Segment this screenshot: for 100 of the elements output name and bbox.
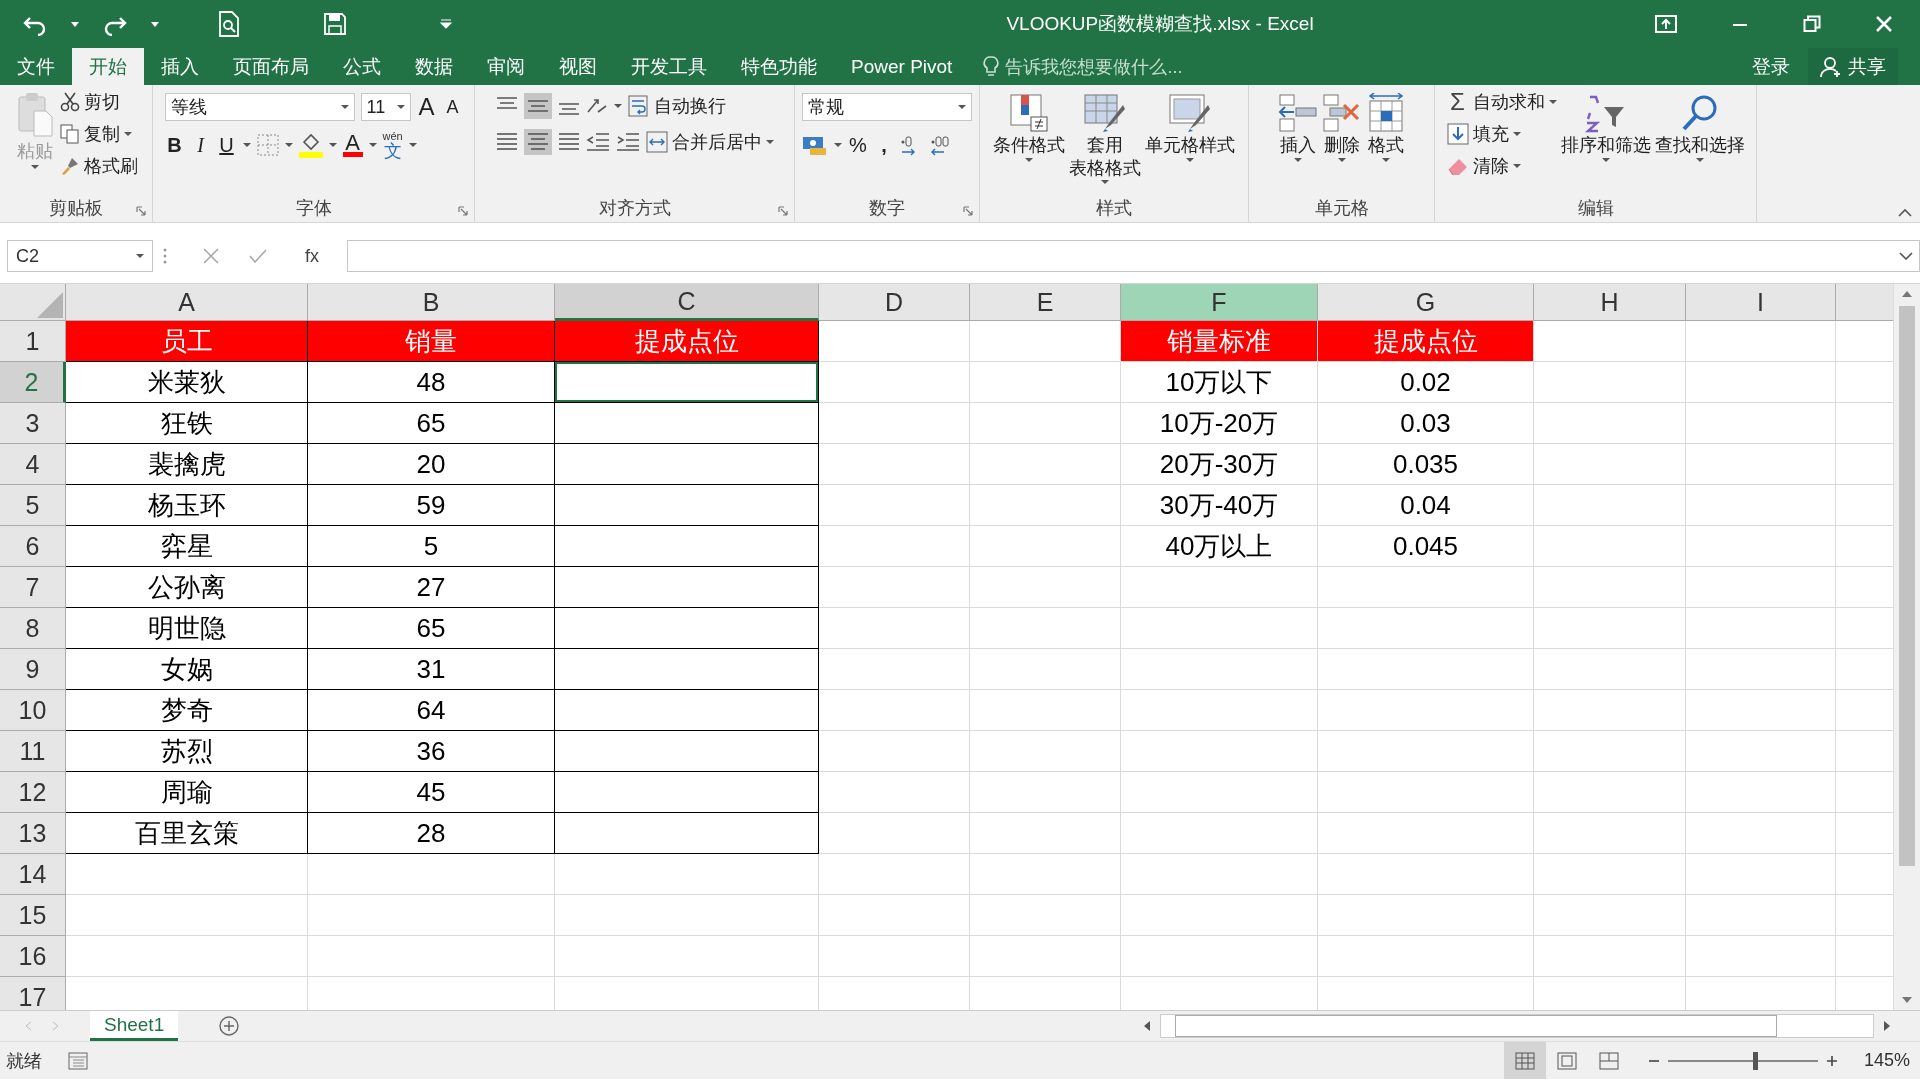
menu-tab[interactable]: 视图 — [542, 48, 614, 85]
insert-function-button[interactable]: fx — [297, 245, 327, 267]
tell-me-field[interactable]: 告诉我您想要做什么... — [1005, 54, 1183, 79]
row-header[interactable]: 6 — [0, 526, 66, 567]
column-header[interactable]: H — [1534, 284, 1686, 321]
menu-tab[interactable]: 审阅 — [470, 48, 542, 85]
scroll-left-icon[interactable] — [1142, 1020, 1152, 1032]
column-header[interactable]: G — [1318, 284, 1534, 321]
font-size-field[interactable]: 11 — [360, 93, 411, 121]
view-button[interactable] — [1503, 1042, 1546, 1079]
ribbon-button[interactable]: Σ 自动求和 — [1446, 89, 1557, 115]
menu-tab[interactable]: 数据 — [398, 48, 470, 85]
ribbon-button[interactable]: 单元格样式 — [1145, 89, 1235, 162]
dialog-launcher-icon[interactable] — [136, 206, 146, 216]
align-right-icon[interactable] — [557, 132, 580, 152]
shrink-font-button[interactable]: A — [442, 93, 463, 121]
row-header[interactable]: 17 — [0, 977, 66, 1010]
currency-icon[interactable] — [802, 134, 828, 156]
row-header[interactable]: 11 — [0, 731, 66, 772]
scrollbar-thumb[interactable] — [1175, 1015, 1777, 1037]
ribbon-button[interactable]: 排序和筛选 — [1560, 89, 1651, 162]
menu-tab[interactable]: 文件 — [0, 48, 72, 85]
column-header[interactable]: F — [1121, 284, 1318, 321]
row-header[interactable]: 1 — [0, 321, 66, 362]
number-format-field[interactable]: 常规 — [802, 93, 972, 121]
italic-button[interactable]: I — [190, 131, 211, 159]
name-box[interactable]: C2 — [7, 240, 153, 272]
dialog-launcher-icon[interactable] — [458, 206, 468, 216]
column-header[interactable]: E — [970, 284, 1121, 321]
dropdown-icon[interactable] — [150, 20, 160, 28]
bold-button[interactable]: B — [164, 131, 185, 159]
zoom-level[interactable]: 145% — [1863, 1050, 1910, 1071]
row-header[interactable]: 8 — [0, 608, 66, 649]
dialog-launcher-icon[interactable] — [778, 206, 788, 216]
fill-color-icon[interactable] — [298, 132, 323, 158]
sign-in-link[interactable]: 登录 — [1752, 53, 1790, 80]
column-header[interactable]: D — [819, 284, 970, 321]
row-header[interactable]: 7 — [0, 567, 66, 608]
row-header[interactable]: 9 — [0, 649, 66, 690]
close-icon[interactable] — [1875, 15, 1893, 33]
dropdown-icon[interactable] — [70, 20, 80, 28]
ribbon-button[interactable]: 套用 表格格式 — [1069, 89, 1141, 185]
column-header[interactable]: I — [1686, 284, 1836, 321]
scrollbar-thumb[interactable] — [1899, 306, 1915, 866]
comma-style-button[interactable]: , — [874, 131, 894, 159]
font-name-field[interactable]: 等线 — [164, 93, 355, 121]
formula-input[interactable] — [347, 240, 1920, 272]
ribbon-button[interactable]: 格式刷 — [60, 153, 138, 179]
phonetic-guide-button[interactable]: wén 文 — [382, 131, 403, 159]
zoom-thumb[interactable] — [1752, 1051, 1758, 1070]
grow-font-button[interactable]: A — [416, 93, 437, 121]
row-header[interactable]: 15 — [0, 895, 66, 936]
underline-button[interactable]: U — [216, 131, 237, 159]
column-header[interactable]: C — [555, 284, 819, 321]
ribbon-button[interactable]: 复制 — [60, 121, 138, 147]
increase-indent-icon[interactable] — [615, 132, 640, 152]
cancel-icon[interactable] — [203, 248, 219, 264]
menu-tab[interactable]: 开发工具 — [614, 48, 724, 85]
row-header[interactable]: 4 — [0, 444, 66, 485]
add-sheet-icon[interactable] — [218, 1015, 241, 1037]
scroll-right-icon[interactable] — [1882, 1020, 1892, 1032]
menu-tab[interactable]: 插入 — [144, 48, 216, 85]
ribbon-button[interactable]: 剪切 — [60, 89, 138, 115]
align-center-icon[interactable] — [526, 132, 549, 152]
menu-tab[interactable]: 开始 — [72, 48, 144, 85]
row-header[interactable]: 5 — [0, 485, 66, 526]
scroll-up-icon[interactable] — [1901, 290, 1913, 298]
wrap-text-button[interactable]: 自动换行 — [627, 93, 726, 119]
percent-button[interactable]: % — [848, 131, 868, 159]
ribbon-button[interactable]: 插入 — [1277, 89, 1318, 162]
ribbon-button[interactable]: 格式 — [1365, 89, 1406, 162]
collapse-ribbon-icon[interactable] — [1898, 208, 1912, 218]
row-header[interactable]: 3 — [0, 403, 66, 444]
share-button[interactable]: 共享 — [1808, 48, 1898, 85]
customize-icon[interactable] — [440, 19, 452, 29]
more-icon[interactable] — [163, 248, 167, 264]
row-header[interactable]: 2 — [0, 362, 66, 403]
lightbulb-icon[interactable] — [983, 55, 1000, 78]
ribbon-button[interactable]: 填充 — [1446, 121, 1557, 147]
orientation-icon[interactable] — [585, 96, 608, 116]
dialog-launcher-icon[interactable] — [963, 206, 973, 216]
menu-tab[interactable]: Power Pivot — [834, 48, 970, 85]
font-color-button[interactable]: A — [342, 133, 363, 157]
menu-tab[interactable]: 特色功能 — [724, 48, 834, 85]
scroll-down-icon[interactable] — [1901, 996, 1913, 1004]
zoom-in-icon[interactable] — [1825, 1054, 1838, 1067]
enter-icon[interactable] — [249, 248, 267, 264]
decrease-indent-icon[interactable] — [585, 132, 610, 152]
ribbon-button[interactable]: 查找和选择 — [1654, 89, 1745, 162]
menu-tab[interactable]: 页面布局 — [216, 48, 326, 85]
print-preview-icon[interactable] — [218, 11, 240, 37]
sheet-tab[interactable]: Sheet1 — [90, 1011, 179, 1041]
ribbon-display-icon[interactable] — [1655, 15, 1677, 33]
active-cell[interactable] — [555, 362, 819, 403]
row-header[interactable]: 10 — [0, 690, 66, 731]
save-icon[interactable] — [324, 13, 346, 35]
column-header[interactable]: B — [308, 284, 555, 321]
row-header[interactable]: 14 — [0, 854, 66, 895]
row-header[interactable]: 12 — [0, 772, 66, 813]
restore-icon[interactable] — [1803, 15, 1821, 33]
